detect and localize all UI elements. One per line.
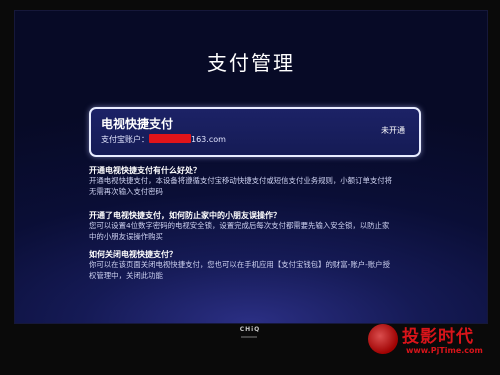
faq-item: 开通了电视快捷支付，如何防止家中的小朋友误操作？ 您可以设置4位数字密码的电视安… bbox=[89, 210, 429, 242]
faq-answer-line: 开通电视快捷支付，本设备将遵循支付宝移动快捷支付或短信支付业务规则，小额订单支付… bbox=[89, 176, 393, 185]
faq-answer-line: 你可以在该页面关闭电视快捷支付，您也可以在手机应用【支付宝钱包】的财富-账户-账… bbox=[89, 260, 390, 269]
account-label: 支付宝账户： bbox=[101, 135, 149, 144]
page-title: 支付管理 bbox=[207, 51, 295, 75]
faq-answer-line: 中的小朋友误操作购买 bbox=[89, 231, 163, 241]
tv-indicator-light bbox=[241, 336, 257, 338]
faq-answer-line: 无需再次输入支付密码 bbox=[89, 186, 163, 196]
watermark-logo-icon bbox=[368, 324, 398, 354]
faq-item: 如何关闭电视快捷支付？ 你可以在该页面关闭电视快捷支付，您也可以在手机应用【支付… bbox=[89, 249, 429, 281]
account-domain: 163.com bbox=[191, 135, 226, 144]
quick-pay-option-card[interactable]: 电视快捷支付 支付宝账户： 163.com 未开通 bbox=[89, 107, 421, 157]
faq-item: 开通电视快捷支付有什么好处？ 开通电视快捷支付，本设备将遵循支付宝移动快捷支付或… bbox=[89, 165, 429, 197]
account-line: 支付宝账户： 163.com bbox=[101, 134, 226, 145]
watermark-text: 投影时代 bbox=[402, 327, 474, 347]
faq-question: 开通电视快捷支付有什么好处？ bbox=[89, 166, 201, 175]
watermark-url: www.PjTime.com bbox=[406, 346, 483, 355]
quick-pay-title: 电视快捷支付 bbox=[101, 117, 174, 131]
watermark: 投影时代 www.PjTime.com bbox=[368, 318, 488, 366]
redaction-mark bbox=[149, 134, 191, 143]
faq-answer-line: 您可以设置4位数字密码的电视安全锁，设置完成后每次支付都需要先输入安全锁，以防止… bbox=[89, 221, 390, 230]
status-label: 未开通 bbox=[381, 126, 405, 135]
faq-question: 开通了电视快捷支付，如何防止家中的小朋友误操作？ bbox=[89, 211, 281, 220]
faq-question: 如何关闭电视快捷支付？ bbox=[89, 250, 177, 259]
tv-screen: 支付管理 电视快捷支付 支付宝账户： 163.com 未开通 开通电视快捷支付有什… bbox=[14, 10, 488, 324]
faq-answer-line: 权管理中，关闭此功能 bbox=[89, 270, 163, 280]
